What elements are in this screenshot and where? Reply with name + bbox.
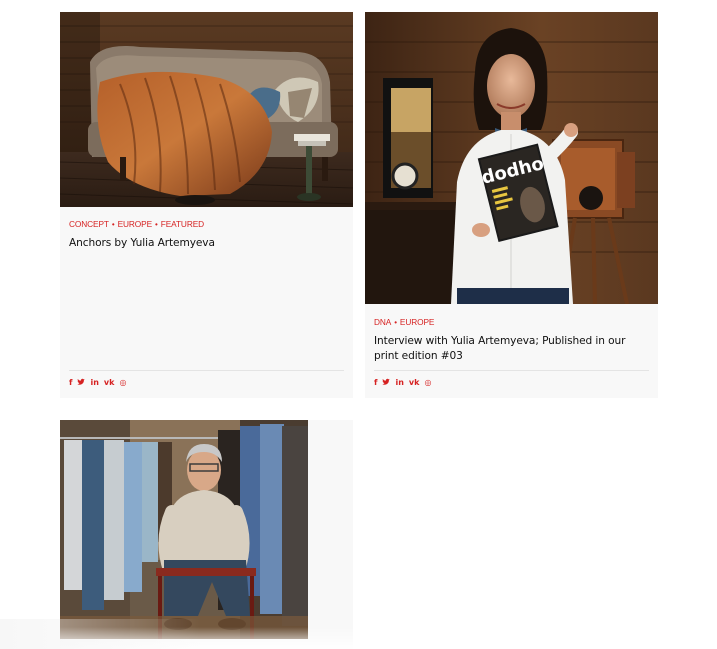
post-categories: DNA • EUROPE [374, 317, 649, 328]
sofa-photo-illustration [60, 12, 353, 207]
category-separator: • [155, 220, 158, 229]
post-image-woman[interactable]: dodho [365, 12, 658, 304]
woman-photo-illustration: dodho [365, 12, 658, 304]
category-link[interactable]: EUROPE [118, 219, 153, 229]
man-photo-illustration [60, 420, 308, 639]
vk-icon[interactable]: vk [409, 378, 420, 388]
category-separator: • [394, 318, 397, 327]
post-card-wardrobe [60, 420, 353, 649]
category-link[interactable]: EUROPE [400, 317, 435, 327]
blog-grid-page: CONCEPT • EUROPE • FEATURED Anchors by Yulia… [0, 0, 717, 649]
share-bar: f in vk ◎ [374, 378, 431, 388]
post-categories: CONCEPT • EUROPE • FEATURED [69, 219, 344, 230]
twitter-icon[interactable] [77, 378, 86, 389]
vk-icon[interactable]: vk [104, 378, 115, 388]
whatsapp-icon[interactable]: ◎ [424, 378, 431, 388]
category-separator: • [111, 220, 115, 229]
twitter-icon[interactable] [382, 378, 391, 389]
card-divider [374, 370, 649, 371]
post-image-sofa[interactable] [60, 12, 353, 207]
linkedin-icon[interactable]: in [90, 378, 98, 388]
share-bar: f in vk ◎ [69, 378, 126, 388]
card-divider [69, 370, 344, 371]
facebook-icon[interactable]: f [69, 378, 72, 388]
category-link[interactable]: DNA [374, 317, 391, 327]
category-link[interactable]: CONCEPT [69, 219, 109, 229]
linkedin-icon[interactable]: in [395, 378, 403, 388]
post-title[interactable]: Interview with Yulia Artemyeva; Publishe… [374, 334, 649, 363]
post-card-interview: dodho DNA • EUROPE Interview with Yulia Ar… [365, 12, 658, 398]
post-title[interactable]: Anchors by Yulia Artemyeva [69, 236, 344, 251]
whatsapp-icon[interactable]: ◎ [119, 378, 126, 388]
category-link[interactable]: FEATURED [161, 219, 204, 229]
post-image-man[interactable] [60, 420, 308, 639]
facebook-icon[interactable]: f [374, 378, 377, 388]
post-card-anchors: CONCEPT • EUROPE • FEATURED Anchors by Yulia… [60, 12, 353, 398]
